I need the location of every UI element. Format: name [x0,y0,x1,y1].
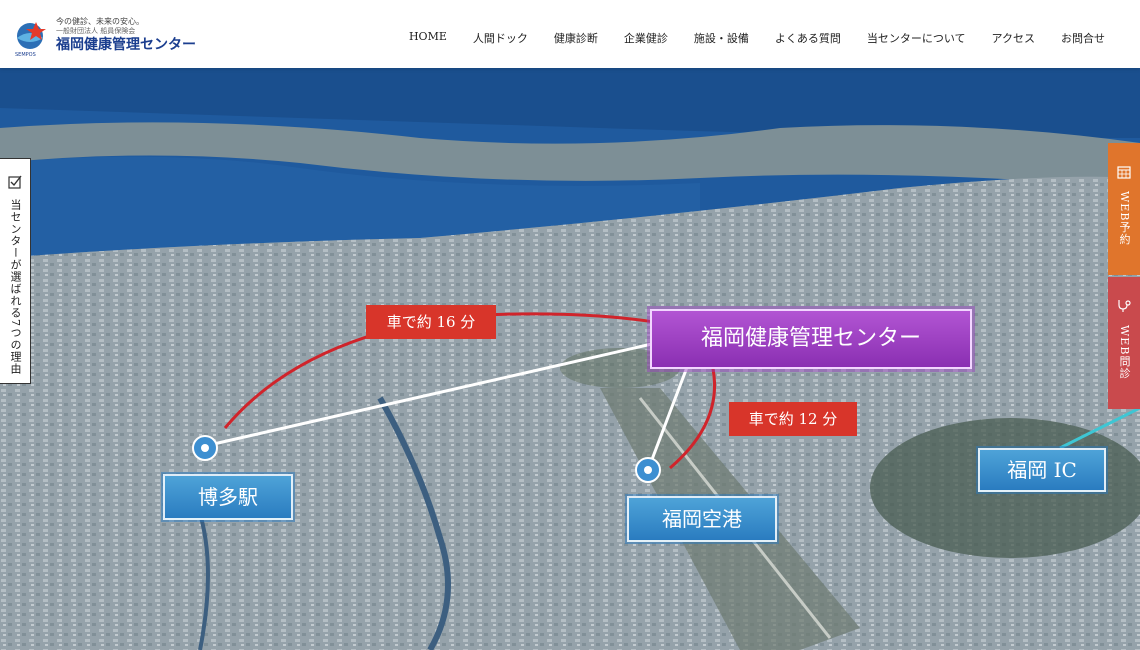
brand-name: 福岡健康管理センター [56,37,196,53]
nav-access[interactable]: アクセス [979,30,1048,46]
site-logo[interactable]: SEMPOS 今の健診、未来の安心。 一般財団法人 船員保険会 福岡健康管理セン… [14,14,204,62]
nav-ningen-dock[interactable]: 人間ドック [460,30,541,46]
calendar-icon [1117,166,1131,179]
web-questionnaire-tab[interactable]: WEB問診 [1108,277,1140,409]
organization-name: 一般財団法人 船員保険会 [56,27,136,35]
nav-about[interactable]: 当センターについて [854,30,979,46]
web-reservation-tab[interactable]: WEB予約 [1108,143,1140,275]
nav-home[interactable]: HOME [396,30,460,46]
checkbox-icon [8,175,22,189]
seven-reasons-tab[interactable]: 当センターが選ばれる7つの理由 [0,158,31,384]
logo-caption: SEMPOS [15,52,36,58]
center-location-label: 福岡健康管理センター [650,309,972,369]
seven-reasons-label: 当センターが選ばれる7つの理由 [9,199,22,375]
sempos-logo-icon: SEMPOS [15,22,46,58]
main-nav: HOME 人間ドック 健康診断 企業健診 施設・設備 よくある質問 当センターに… [396,30,1118,46]
place-label-fukuoka-airport: 福岡空港 [627,496,777,542]
nav-facilities[interactable]: 施設・設備 [681,30,762,46]
place-label-hakata-station: 博多駅 [163,474,293,520]
nav-contact[interactable]: お問合せ [1048,30,1118,46]
nav-health-checkup[interactable]: 健康診断 [541,30,611,46]
web-questionnaire-label: WEB問診 [1118,325,1131,380]
pin-airport-icon [635,457,661,483]
place-label-fukuoka-ic: 福岡 IC [978,448,1106,492]
stethoscope-icon [1118,300,1131,312]
site-header: SEMPOS 今の健診、未来の安心。 一般財団法人 船員保険会 福岡健康管理セン… [0,0,1140,68]
time-label-hakata: 車で約 16 分 [366,305,496,339]
nav-faq[interactable]: よくある質問 [762,30,854,46]
pin-hakata-icon [192,435,218,461]
nav-corporate-checkup[interactable]: 企業健診 [611,30,681,46]
time-label-airport: 車で約 12 分 [729,402,857,436]
hero-aerial-map: 福岡健康管理センター 車で約 16 分 車で約 12 分 博多駅 福岡空港 福岡… [0,68,1140,650]
site-tagline: 今の健診、未来の安心。 [56,17,144,26]
web-reservation-label: WEB予約 [1118,191,1131,246]
